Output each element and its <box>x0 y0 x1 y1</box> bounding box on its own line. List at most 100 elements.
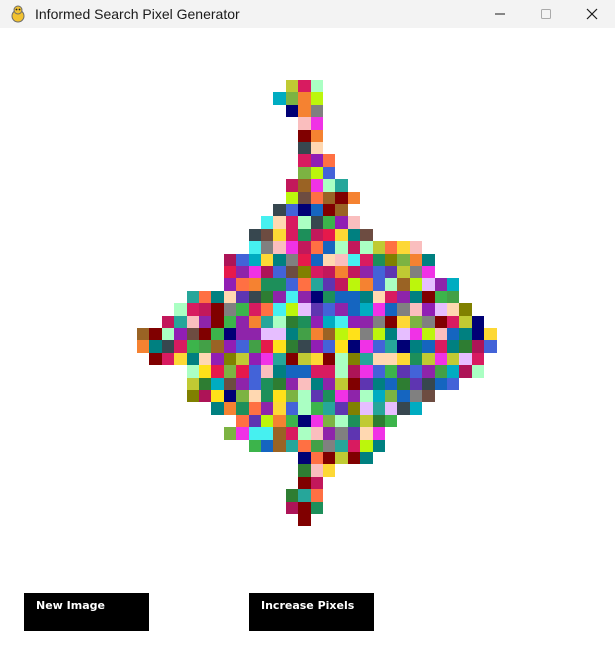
pixel-cell <box>310 439 323 452</box>
pixel-cell <box>248 266 261 279</box>
pixel-cell <box>248 228 261 242</box>
pixel-cell <box>422 278 435 291</box>
pixel-cell <box>199 315 212 328</box>
pixel-cell <box>397 253 410 266</box>
pixel-cell <box>323 328 336 341</box>
pixel-cell <box>385 402 398 415</box>
pixel-cell <box>335 439 348 452</box>
pixel-cell <box>360 390 373 403</box>
pixel-cell <box>360 315 373 328</box>
pixel-cell <box>422 303 435 316</box>
pixel-cell <box>248 303 261 316</box>
pixel-cell <box>310 216 323 229</box>
pixel-cell <box>422 266 435 279</box>
pixel-cell <box>335 340 348 353</box>
pixel-cell <box>248 352 261 366</box>
new-image-button[interactable]: New Image <box>24 593 149 631</box>
pixel-cell <box>397 303 410 316</box>
pixel-cell <box>360 278 373 291</box>
pixel-cell <box>261 390 274 403</box>
pixel-cell <box>298 501 311 514</box>
pixel-cell <box>261 278 274 291</box>
pixel-cell <box>298 414 311 428</box>
pixel-cell <box>285 489 299 502</box>
pixel-cell <box>335 402 348 415</box>
pixel-cell <box>273 402 286 415</box>
pixel-cell <box>248 241 261 254</box>
pixel-cell <box>298 266 311 279</box>
pixel-cell <box>409 365 423 378</box>
pixel-cell <box>261 377 274 390</box>
pixel-cell <box>385 303 398 316</box>
pixel-cell <box>335 204 348 217</box>
pixel-cell <box>310 253 323 266</box>
pixel-cell <box>323 414 336 428</box>
pixel-cell <box>310 228 323 242</box>
pixel-cell <box>261 439 274 452</box>
window-title: Informed Search Pixel Generator <box>35 6 240 22</box>
pixel-cell <box>310 204 323 217</box>
pixel-cell <box>236 390 249 403</box>
pixel-cell <box>186 390 199 403</box>
title-bar[interactable]: Informed Search Pixel Generator <box>0 0 615 28</box>
pixel-cell <box>211 340 224 353</box>
pixel-cell <box>273 328 286 341</box>
pixel-cell <box>298 117 311 130</box>
pixel-cell <box>323 216 336 229</box>
pixel-cell <box>174 352 187 366</box>
pixel-cell <box>261 402 274 415</box>
pixel-cell <box>409 266 423 279</box>
pixel-cell <box>285 92 299 105</box>
pixel-cell <box>409 377 423 390</box>
pixel-cell <box>273 390 286 403</box>
pixel-cell <box>335 191 348 204</box>
pixel-cell <box>310 476 323 490</box>
pixel-cell <box>323 228 336 242</box>
pixel-cell <box>447 328 460 341</box>
pixel-cell <box>137 328 150 341</box>
increase-pixels-button[interactable]: Increase Pixels <box>249 593 374 631</box>
maximize-button[interactable] <box>523 0 569 28</box>
pixel-cell <box>397 340 410 353</box>
pixel-cell <box>298 514 311 527</box>
pixel-cell <box>285 80 299 93</box>
pixel-cell <box>223 340 237 353</box>
pixel-cell <box>323 191 336 204</box>
pixel-cell <box>397 352 410 366</box>
pixel-cell <box>372 266 385 279</box>
pixel-cell <box>298 427 311 440</box>
pixel-cell <box>323 402 336 415</box>
pixel-cell <box>360 340 373 353</box>
pixel-cell <box>310 290 323 304</box>
pixel-cell <box>261 303 274 316</box>
pixel-cell <box>223 427 237 440</box>
pixel-cell <box>372 303 385 316</box>
pixel-cell <box>248 390 261 403</box>
pixel-cell <box>360 228 373 242</box>
pixel-cell <box>273 303 286 316</box>
pixel-cell <box>223 390 237 403</box>
pixel-cell <box>285 228 299 242</box>
pixel-cell <box>211 390 224 403</box>
pixel-cell <box>248 427 261 440</box>
minimize-button[interactable] <box>477 0 523 28</box>
pixel-cell <box>248 439 261 452</box>
pixel-cell <box>298 390 311 403</box>
pixel-cell <box>372 340 385 353</box>
pixel-cell <box>174 303 187 316</box>
pixel-cell <box>248 253 261 266</box>
pixel-cell <box>186 290 199 304</box>
pixel-cell <box>298 216 311 229</box>
pixel-cell <box>310 92 323 105</box>
pixel-cell <box>347 216 361 229</box>
pixel-cell <box>161 352 175 366</box>
pixel-cell <box>186 352 199 366</box>
close-button[interactable] <box>569 0 615 28</box>
pixel-cell <box>211 303 224 316</box>
pixel-cell <box>434 315 447 328</box>
pixel-cell <box>323 179 336 192</box>
pixel-cell <box>347 253 361 266</box>
pixel-cell <box>434 328 447 341</box>
pixel-cell <box>323 166 336 180</box>
pixel-cell <box>409 328 423 341</box>
